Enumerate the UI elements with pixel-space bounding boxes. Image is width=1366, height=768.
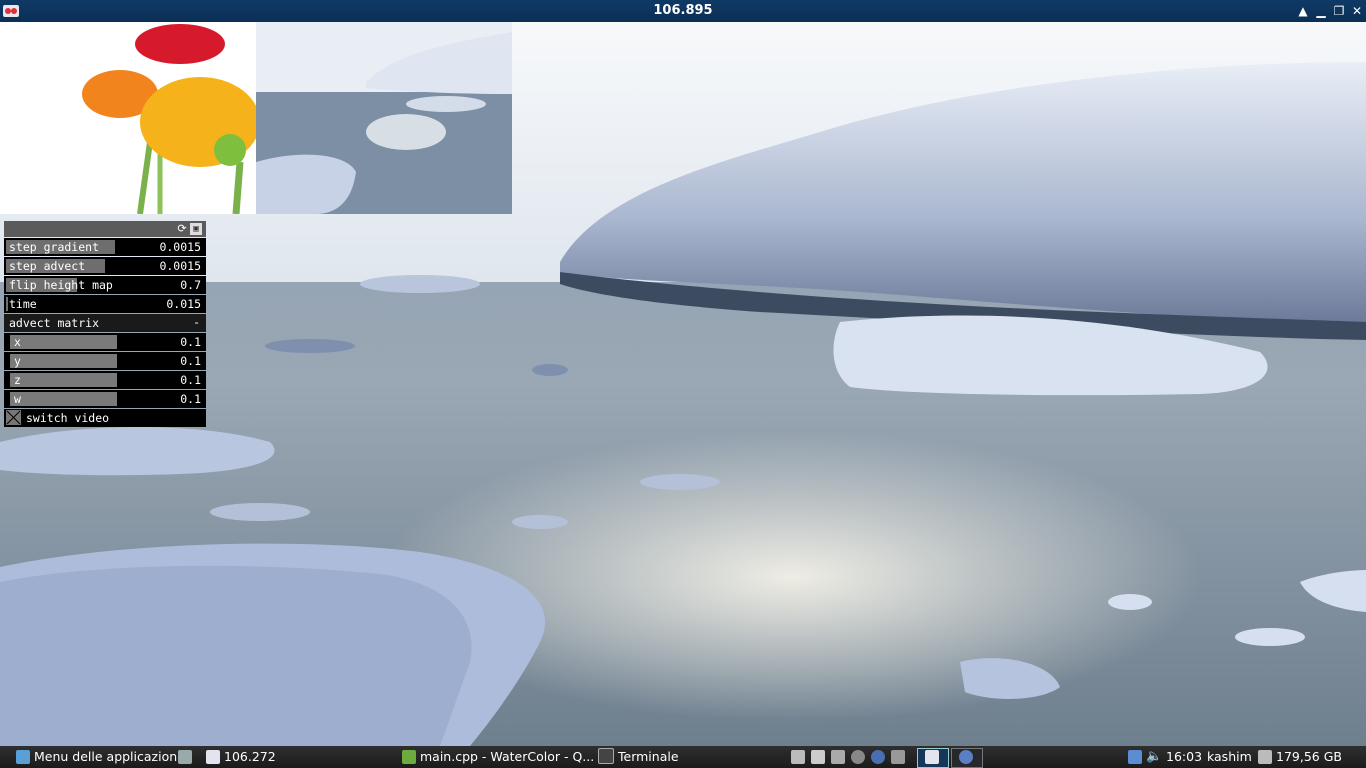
slider-value: 0.015 — [166, 297, 201, 311]
save-icon[interactable]: ▣ — [190, 223, 202, 235]
terminal-icon — [598, 748, 614, 764]
arrow-up-icon[interactable]: ▲ — [1295, 2, 1311, 20]
launcher-search-icon[interactable] — [871, 750, 885, 764]
slider-step-gradient[interactable]: step gradient 0.0015 — [4, 238, 206, 256]
slider-label: y — [14, 354, 21, 368]
task-button-terminal[interactable]: Terminale — [598, 746, 679, 768]
slider-fill — [10, 373, 117, 387]
slider-value: 0.0015 — [159, 259, 201, 273]
slider-fill — [10, 392, 117, 406]
slider-step-advect[interactable]: step advect 0.0015 — [4, 257, 206, 275]
close-icon[interactable]: ✕ — [1349, 2, 1365, 20]
group-label: advect matrix — [9, 316, 100, 330]
username: kashim — [1207, 749, 1252, 764]
qt-icon — [402, 750, 416, 764]
slider-value: 0.1 — [180, 392, 201, 406]
workspace-1[interactable] — [917, 748, 949, 768]
launcher-icon[interactable] — [791, 750, 805, 764]
slider-fill — [10, 335, 117, 349]
window-title: 106.895 — [653, 3, 713, 18]
task-button-106[interactable]: 106.272 — [206, 746, 276, 768]
slider-value: 0.1 — [180, 335, 201, 349]
disk-icon — [1258, 750, 1272, 764]
checkbox[interactable] — [6, 410, 21, 425]
slider-label: time — [9, 297, 37, 311]
slider-fill — [6, 297, 8, 311]
matrix-slider-x[interactable]: x 0.1 — [4, 333, 206, 351]
slider-label: step advect — [9, 259, 86, 273]
slider-label: z — [14, 373, 21, 387]
slider-fill — [10, 354, 117, 368]
network-icon[interactable] — [1128, 750, 1142, 764]
menu-label: Menu delle applicazioni — [34, 749, 181, 764]
launcher-browser-icon[interactable] — [851, 750, 865, 764]
slider-time[interactable]: time 0.015 — [4, 295, 206, 313]
slider-value: 0.0015 — [159, 240, 201, 254]
slider-label: w — [14, 392, 21, 406]
task-label: Terminale — [618, 749, 679, 764]
minimize-icon[interactable]: ▁ — [1313, 2, 1329, 20]
flower-texture-thumbnail — [0, 22, 256, 214]
slider-label: step gradient — [9, 240, 100, 254]
show-desktop-icon[interactable] — [178, 750, 192, 764]
refresh-icon[interactable]: ⟳ — [176, 223, 188, 235]
launcher-editor-icon[interactable] — [831, 750, 845, 764]
collapse-icon[interactable]: - — [193, 315, 200, 329]
slider-flip-height-map[interactable]: flip height map 0.7 — [4, 276, 206, 294]
matrix-slider-z[interactable]: z 0.1 — [4, 371, 206, 389]
app-icon — [925, 750, 939, 764]
task-button-qtcreator[interactable]: main.cpp - WaterColor - Q... — [402, 746, 594, 768]
panel-header[interactable]: ⟳ ▣ — [4, 221, 206, 237]
task-label: 106.272 — [224, 749, 276, 764]
group-advect-matrix[interactable]: advect matrix - — [4, 314, 206, 332]
slider-value: 0.7 — [180, 278, 201, 292]
applications-menu-button[interactable]: Menu delle applicazioni — [16, 746, 181, 768]
slider-value: 0.1 — [180, 354, 201, 368]
switch-video-toggle[interactable]: switch video — [4, 409, 206, 427]
menu-icon — [16, 750, 30, 764]
gui-panel: ⟳ ▣ step gradient 0.0015 step advect 0.0… — [4, 221, 206, 427]
task-label: main.cpp - WaterColor - Q... — [420, 749, 595, 764]
slider-label: flip height map — [9, 278, 113, 292]
workspace-2[interactable] — [951, 748, 983, 768]
slider-label: x — [14, 335, 21, 349]
video-source-thumbnail — [256, 22, 512, 214]
title-bar: 106.895 ▲ ▁ ❐ ✕ — [0, 0, 1366, 22]
toggle-label: switch video — [26, 411, 110, 425]
app-icon — [206, 750, 220, 764]
launcher-terminal-icon[interactable] — [811, 750, 825, 764]
matrix-slider-y[interactable]: y 0.1 — [4, 352, 206, 370]
matrix-slider-w[interactable]: w 0.1 — [4, 390, 206, 408]
clock[interactable]: 16:03 — [1166, 746, 1202, 768]
disk-space: 179,56 GB — [1276, 749, 1342, 764]
launcher-folder-icon[interactable] — [891, 750, 905, 764]
maximize-icon[interactable]: ❐ — [1331, 2, 1347, 20]
volume-icon[interactable]: 🔈 — [1146, 746, 1162, 768]
taskbar: Menu delle applicazioni 106.272 main.cpp… — [0, 746, 1366, 768]
globe-icon — [959, 750, 973, 764]
slider-value: 0.1 — [180, 373, 201, 387]
